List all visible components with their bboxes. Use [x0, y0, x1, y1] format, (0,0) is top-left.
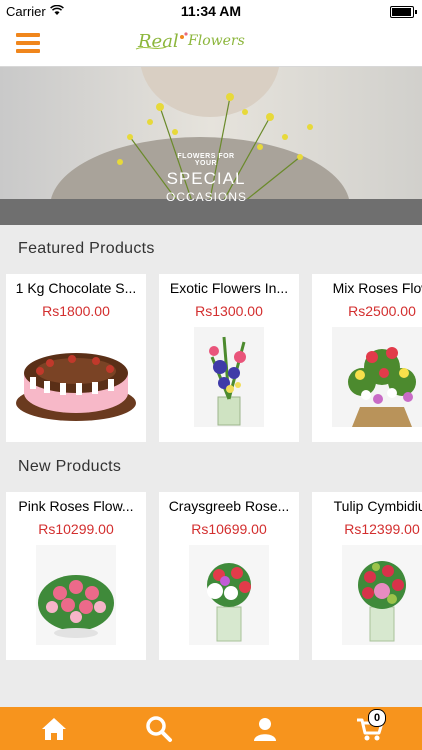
craysgreeb-roses-image: [189, 545, 269, 645]
promo-banner[interactable]: FLOWERS FOR YOUR SPECIAL OCCASIONS: [0, 67, 422, 225]
product-price: Rs1300.00: [195, 303, 263, 319]
status-bar: Carrier 11:34 AM: [0, 0, 422, 22]
featured-products-heading: Featured Products: [18, 240, 155, 257]
product-price: Rs10299.00: [38, 521, 114, 537]
banner-caption: FLOWERS FOR YOUR SPECIAL OCCASIONS: [166, 153, 246, 204]
tulip-cymbidium-image: [342, 545, 422, 645]
product-card[interactable]: 1 Kg Chocolate S... Rs1800.00: [6, 274, 146, 442]
banner-line-1: FLOWERS FOR YOUR: [177, 153, 235, 167]
new-products-heading: New Products: [18, 458, 122, 475]
pink-roses-image: [36, 545, 116, 645]
product-name: Pink Roses Flow...: [18, 498, 134, 514]
user-icon[interactable]: [251, 715, 279, 743]
product-price: Rs1800.00: [42, 303, 110, 319]
cart-count-badge: 0: [368, 709, 386, 727]
chocolate-cake-image: [16, 353, 136, 421]
product-price: Rs12399.00: [344, 521, 420, 537]
product-card[interactable]: Tulip Cymbidiur Rs12399.00: [312, 492, 422, 660]
hamburger-icon[interactable]: [16, 33, 40, 53]
product-card[interactable]: Pink Roses Flow... Rs10299.00: [6, 492, 146, 660]
product-name: Craysgreeb Rose...: [168, 498, 290, 514]
featured-products-row[interactable]: 1 Kg Chocolate S... Rs1800.00 Exotic Flo…: [0, 274, 422, 442]
svg-text:Real: Real: [137, 31, 179, 52]
new-products-row[interactable]: Pink Roses Flow... Rs10299.00 Craysgreeb…: [0, 492, 422, 660]
banner-line-2: SPECIAL: [166, 169, 246, 188]
product-name: 1 Kg Chocolate S...: [15, 280, 137, 296]
real-flowers-logo: Real Flowers: [135, 31, 245, 52]
cart-button[interactable]: 0: [356, 709, 386, 743]
product-name: Mix Roses Flow: [332, 280, 422, 296]
product-price: Rs2500.00: [348, 303, 416, 319]
exotic-flowers-image: [194, 327, 264, 427]
top-navigation-bar: Real Flowers: [0, 22, 422, 67]
home-icon[interactable]: [40, 715, 68, 743]
product-card[interactable]: Mix Roses Flow Rs2500.00: [312, 274, 422, 442]
product-card[interactable]: Craysgreeb Rose... Rs10699.00: [159, 492, 299, 660]
product-card[interactable]: Exotic Flowers In... Rs1300.00: [159, 274, 299, 442]
mix-roses-image: [332, 327, 422, 427]
product-price: Rs10699.00: [191, 521, 267, 537]
bottom-tab-bar: 0: [0, 707, 422, 750]
product-name: Exotic Flowers In...: [169, 280, 289, 296]
banner-line-3: OCCASIONS: [166, 190, 248, 204]
clock: 11:34 AM: [180, 3, 242, 19]
svg-text:Flowers: Flowers: [187, 33, 245, 49]
product-name: Tulip Cymbidiur: [333, 498, 422, 514]
search-icon[interactable]: [145, 715, 173, 743]
battery-icon: [390, 6, 417, 18]
